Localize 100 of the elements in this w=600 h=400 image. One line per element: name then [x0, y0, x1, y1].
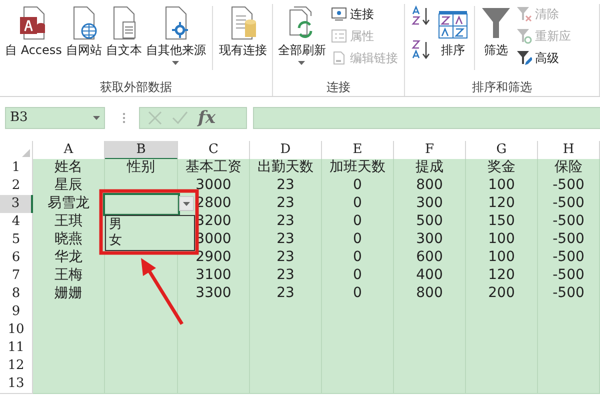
properties-icon	[330, 29, 347, 43]
table-cell: 400	[394, 267, 466, 286]
caret-icon	[183, 202, 190, 206]
table-cell: 3100	[178, 267, 250, 286]
table-cell: 奖金	[466, 159, 538, 178]
row-header[interactable]: 11	[0, 339, 33, 358]
table-cell: 加班天数	[322, 159, 394, 178]
row-header[interactable]: 2	[0, 177, 33, 196]
advanced-filter-icon	[516, 50, 532, 66]
group-label: 获取外部数据	[100, 79, 172, 96]
table-cell: 0	[322, 177, 394, 196]
insert-function-button[interactable]: fx	[198, 108, 216, 128]
table-cell: 300	[394, 231, 466, 250]
row-header[interactable]: 12	[0, 357, 33, 376]
ribbon-button[interactable]: 自其他来源	[144, 4, 207, 65]
table-cell: -500	[538, 249, 600, 268]
formula-input[interactable]	[253, 107, 600, 129]
table-cell: 100	[466, 231, 538, 250]
table-cell: 120	[466, 195, 538, 214]
row-header[interactable]: 1	[0, 159, 33, 178]
table-cell: -500	[538, 231, 600, 250]
table-cell: 23	[250, 195, 322, 214]
table-cell	[394, 375, 466, 394]
row-header[interactable]: 4	[0, 213, 33, 232]
table-cell: 23	[250, 267, 322, 286]
ribbon-small-button[interactable]: 高级	[516, 48, 571, 68]
table-cell: 晓燕	[33, 231, 105, 250]
dropdown-button[interactable]	[179, 196, 194, 211]
table-cell: -500	[538, 195, 600, 214]
table-cell	[466, 375, 538, 394]
table-cell: 800	[394, 177, 466, 196]
table-cell: 王梅	[33, 267, 105, 286]
row-header[interactable]: 8	[0, 285, 33, 304]
group-label: 连接	[326, 79, 350, 96]
table-cell: 300	[394, 195, 466, 214]
table-cell: 提成	[394, 159, 466, 178]
table-cell: 23	[250, 177, 322, 196]
caret-icon	[93, 116, 100, 120]
table-cell	[538, 375, 600, 394]
select-all-icon[interactable]	[22, 149, 30, 157]
table-cell: 0	[322, 195, 394, 214]
row-header[interactable]: 7	[0, 267, 33, 286]
sort-grid-icon	[438, 10, 468, 40]
row-header[interactable]: 5	[0, 231, 33, 250]
table-cell: 星辰	[33, 177, 105, 196]
filter-icon	[480, 6, 511, 40]
table-cell: 100	[466, 177, 538, 196]
table-cell: 华龙	[33, 249, 105, 268]
table-cell: -500	[538, 177, 600, 196]
link-document-icon	[330, 51, 347, 65]
table-cell: 0	[322, 267, 394, 286]
table-cell: 基本工资	[178, 159, 250, 178]
table-cell: 120	[466, 267, 538, 286]
table-cell: 23	[250, 285, 322, 304]
ribbon-button[interactable]: 筛选	[480, 4, 512, 57]
table-cell: 0	[322, 285, 394, 304]
table-cell: 0	[322, 213, 394, 232]
table-cell: 100	[466, 249, 538, 268]
table-cell: 500	[394, 213, 466, 232]
table-cell: 姓名	[33, 159, 105, 178]
row-header[interactable]: 6	[0, 249, 33, 268]
table-cell: 0	[322, 249, 394, 268]
table-cell: 姗姗	[33, 285, 105, 304]
row-header[interactable]: 3	[0, 195, 33, 214]
table-cell	[250, 375, 322, 394]
table-cell	[178, 375, 250, 394]
column-header[interactable]: B	[105, 141, 178, 160]
table-cell: 保险	[538, 159, 600, 178]
row-header[interactable]: 13	[0, 375, 33, 394]
table-cell: 800	[394, 285, 466, 304]
reapply-filter-icon	[516, 28, 532, 44]
table-cell: 0	[322, 231, 394, 250]
ribbon-button[interactable]: 全部刷新	[276, 4, 327, 65]
ribbon-button[interactable]: 自 Access	[4, 4, 63, 57]
ribbon-small-button[interactable]: 连接	[330, 4, 398, 24]
table-cell	[33, 375, 105, 394]
row-header[interactable]: 9	[0, 303, 33, 322]
table-cell: 王琪	[33, 213, 105, 232]
cancel-icon[interactable]	[148, 111, 162, 125]
table-cell: -500	[538, 285, 600, 304]
ribbon-button[interactable]: 自文本	[104, 4, 143, 57]
connection-icon	[330, 7, 347, 21]
pointer-arrow	[141, 258, 184, 325]
group-label: 排序和筛选	[472, 79, 532, 96]
ribbon-button[interactable]: 自网站	[64, 4, 103, 57]
row-header[interactable]: 10	[0, 321, 33, 340]
table-cell: -500	[538, 267, 600, 286]
ribbon-button[interactable]: 现有连接	[218, 4, 268, 57]
table-cell: 200	[466, 285, 538, 304]
table-cell: 23	[250, 231, 322, 250]
enter-icon[interactable]	[172, 111, 188, 125]
ribbon-button[interactable]: 排序	[436, 4, 469, 57]
table-cell: 3300	[178, 285, 250, 304]
table-cell: 23	[250, 213, 322, 232]
table-cell: 性别	[105, 159, 178, 178]
name-box[interactable]: B3	[5, 107, 105, 129]
table-cell: 600	[394, 249, 466, 268]
table-cell: 出勤天数	[250, 159, 322, 178]
clear-filter-icon	[516, 6, 532, 22]
table-cell: 150	[466, 213, 538, 232]
